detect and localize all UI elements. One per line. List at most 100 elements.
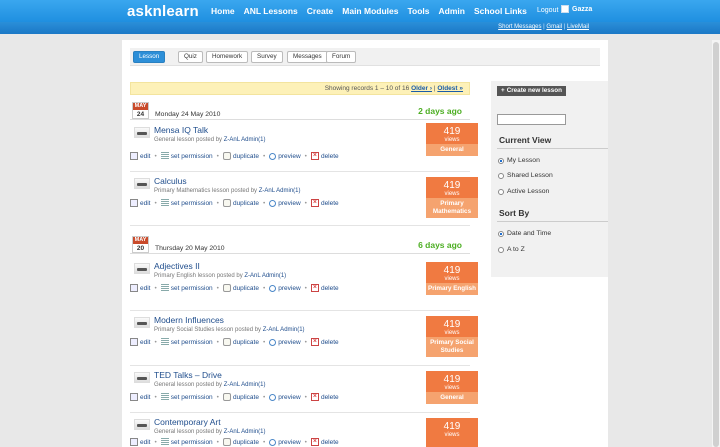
lesson-title[interactable]: Mensa IQ Talk — [154, 125, 208, 135]
lesson-meta: Primary English lesson posted by Z-AnL A… — [154, 273, 286, 279]
views-count: 419 — [443, 374, 461, 385]
module-tabs: Lesson Quiz Homework Survey Messages For… — [130, 48, 600, 66]
lesson-title[interactable]: TED Talks – Drive — [154, 370, 222, 380]
tab-quiz[interactable]: Quiz — [178, 51, 203, 63]
lesson-thumbnail — [134, 178, 150, 189]
oldest-link[interactable]: Oldest » — [437, 85, 463, 92]
edit-button[interactable]: edit — [140, 439, 150, 446]
sort-a-to-z[interactable]: A to Z — [498, 246, 525, 253]
set-permission-button[interactable]: set permission — [171, 285, 213, 292]
author-link[interactable]: Z-AnL Admin(1) — [224, 429, 266, 435]
set-permission-button[interactable]: set permission — [171, 439, 213, 446]
lesson-meta: General lesson posted by Z-AnL Admin(1) — [154, 429, 266, 435]
group-date: Monday 24 May 2010 — [155, 111, 221, 118]
nav-tools[interactable]: Tools — [407, 6, 429, 16]
delete-button[interactable]: delete — [321, 439, 339, 446]
duplicate-icon — [222, 393, 231, 401]
lesson-meta: General lesson posted by Z-AnL Admin(1) — [154, 137, 266, 143]
create-lesson-button[interactable]: + Create new lesson — [497, 86, 566, 96]
user-menu[interactable]: Gazza — [561, 5, 592, 13]
views-count: 419 — [443, 265, 461, 276]
page-scrollbar[interactable] — [712, 40, 720, 447]
delete-button[interactable]: delete — [321, 339, 339, 346]
set-permission-button[interactable]: set permission — [171, 153, 213, 160]
preview-button[interactable]: preview — [278, 153, 300, 160]
tab-homework[interactable]: Homework — [206, 51, 249, 63]
logout-link[interactable]: Logout — [537, 7, 558, 14]
radio-checked-icon — [498, 230, 504, 237]
tab-lesson[interactable]: Lesson — [133, 51, 166, 63]
delete-icon: × — [310, 393, 319, 401]
gmail-link[interactable]: Gmail — [546, 24, 562, 30]
edit-icon — [130, 393, 138, 401]
nav-admin[interactable]: Admin — [439, 6, 465, 16]
livemail-link[interactable]: LiveMail — [567, 24, 589, 30]
radio-icon — [498, 246, 504, 253]
author-link[interactable]: Z-AnL Admin(1) — [259, 188, 301, 194]
edit-button[interactable]: edit — [140, 339, 150, 346]
author-link[interactable]: Z-AnL Admin(1) — [263, 327, 305, 333]
delete-button[interactable]: delete — [321, 394, 339, 401]
duplicate-button[interactable]: duplicate — [233, 285, 259, 292]
preview-button[interactable]: preview — [278, 200, 300, 207]
preview-button[interactable]: preview — [278, 339, 300, 346]
search-input[interactable] — [497, 114, 566, 125]
separator: • — [154, 199, 157, 207]
preview-button[interactable]: preview — [278, 439, 300, 446]
lesson-actions: edit • set permission • duplicate • preview… — [130, 152, 339, 160]
views-badge: 419 views General — [426, 371, 478, 404]
edit-button[interactable]: edit — [140, 285, 150, 292]
duplicate-button[interactable]: duplicate — [233, 394, 259, 401]
edit-button[interactable]: edit — [140, 200, 150, 207]
lesson-title[interactable]: Adjectives II — [154, 261, 200, 271]
separator: • — [304, 438, 307, 446]
nav-main-modules[interactable]: Main Modules — [342, 6, 398, 16]
lesson-meta-text: Primary Social Studies lesson posted by — [154, 327, 262, 333]
duplicate-button[interactable]: duplicate — [233, 200, 259, 207]
lesson-title[interactable]: Contemporary Art — [154, 417, 221, 427]
tab-messages[interactable]: Messages — [287, 51, 328, 63]
separator: • — [154, 338, 157, 346]
sort-date-time[interactable]: Date and Time — [498, 230, 551, 237]
lesson-title[interactable]: Modern Influences — [154, 315, 224, 325]
view-active-lesson[interactable]: Active Lesson — [498, 188, 549, 195]
preview-button[interactable]: preview — [278, 394, 300, 401]
delete-button[interactable]: delete — [321, 200, 339, 207]
set-permission-button[interactable]: set permission — [171, 394, 213, 401]
separator: • — [154, 393, 157, 401]
delete-button[interactable]: delete — [321, 153, 339, 160]
duplicate-button[interactable]: duplicate — [233, 439, 259, 446]
lesson-actions: edit • set permission • duplicate • preview… — [130, 284, 339, 292]
preview-button[interactable]: preview — [278, 285, 300, 292]
short-messages-link[interactable]: Short Messages — [498, 24, 541, 30]
nav-anl-lessons[interactable]: ANL Lessons — [244, 6, 298, 16]
lesson-row: Adjectives II Primary English lesson pos… — [130, 258, 478, 311]
records-count: Showing records 1 – 10 of 16 — [324, 85, 410, 92]
tab-forum[interactable]: Forum — [326, 51, 357, 63]
delete-button[interactable]: delete — [321, 285, 339, 292]
author-link[interactable]: Z-AnL Admin(1) — [224, 137, 266, 143]
lesson-thumbnail — [134, 127, 150, 138]
category-label: General — [426, 144, 478, 156]
nav-school-links[interactable]: School Links — [474, 6, 527, 16]
edit-button[interactable]: edit — [140, 153, 150, 160]
scrollbar-thumb[interactable] — [713, 42, 719, 447]
set-permission-button[interactable]: set permission — [171, 200, 213, 207]
set-permission-button[interactable]: set permission — [171, 339, 213, 346]
author-link[interactable]: Z-AnL Admin(1) — [244, 273, 286, 279]
date-group-header: MAY 24 Monday 24 May 2010 2 days ago — [130, 102, 470, 120]
nav-create[interactable]: Create — [307, 6, 333, 16]
edit-icon — [130, 284, 138, 292]
lesson-title[interactable]: Calculus — [154, 176, 187, 186]
duplicate-button[interactable]: duplicate — [233, 153, 259, 160]
author-link[interactable]: Z-AnL Admin(1) — [224, 382, 266, 388]
calendar-month: MAY — [133, 103, 148, 110]
older-link[interactable]: Older › — [411, 85, 432, 92]
view-my-lesson[interactable]: My Lesson — [498, 157, 540, 164]
view-shared-lesson[interactable]: Shared Lesson — [498, 172, 553, 179]
nav-home[interactable]: Home — [211, 6, 235, 16]
tab-survey[interactable]: Survey — [251, 51, 283, 63]
edit-button[interactable]: edit — [140, 394, 150, 401]
duplicate-button[interactable]: duplicate — [233, 339, 259, 346]
site-logo[interactable]: asknlearn — [127, 3, 199, 20]
